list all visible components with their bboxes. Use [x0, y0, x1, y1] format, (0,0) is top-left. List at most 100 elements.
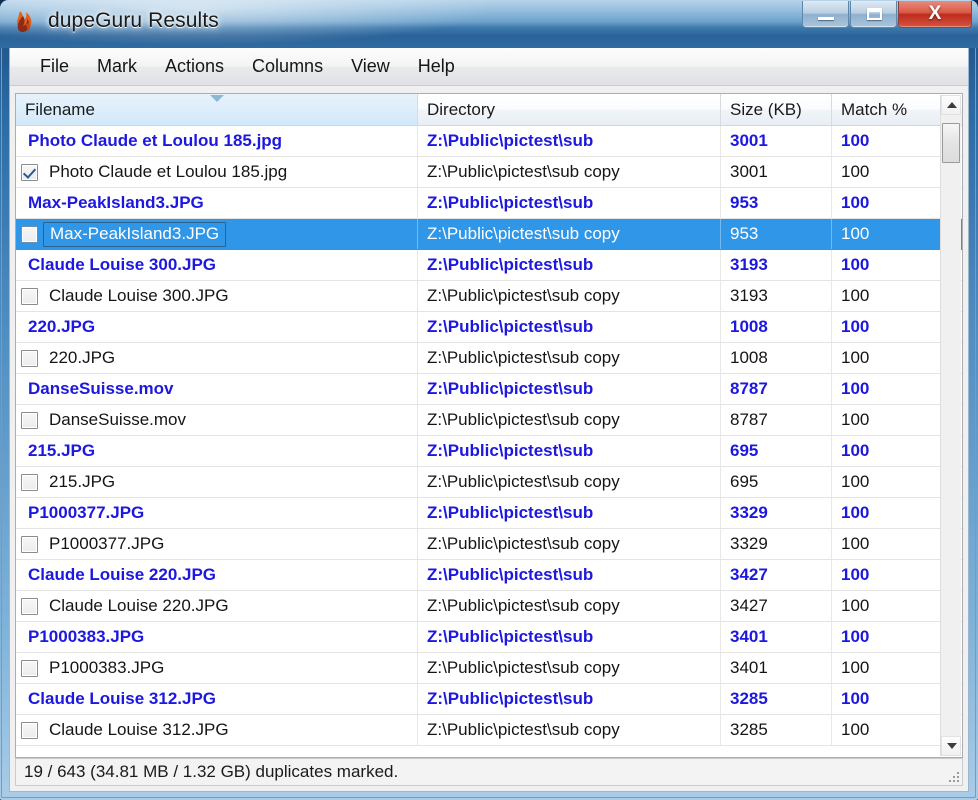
table-row[interactable]: P1000383.JPGZ:\Public\pictest\sub3401100 [16, 622, 962, 653]
cell-directory-label: Z:\Public\pictest\sub [427, 379, 593, 399]
cell-directory-label: Z:\Public\pictest\sub [427, 627, 593, 647]
filename-label: 220.JPG [49, 348, 115, 368]
cell-filename: DanseSuisse.mov [16, 374, 418, 404]
table-row[interactable]: 215.JPGZ:\Public\pictest\sub695100 [16, 436, 962, 467]
cell-match-label: 100 [841, 224, 869, 244]
menu-item-mark[interactable]: Mark [83, 53, 151, 80]
cell-match: 100 [832, 560, 940, 590]
mark-checkbox[interactable] [21, 536, 38, 553]
mark-checkbox[interactable] [21, 660, 38, 677]
table-body: Photo Claude et Loulou 185.jpgZ:\Public\… [16, 126, 962, 756]
column-header-filename-label: Filename [25, 100, 95, 120]
cell-directory: Z:\Public\pictest\sub [418, 188, 721, 218]
filename-label: Claude Louise 312.JPG [49, 720, 229, 740]
table-row[interactable]: Max-PeakIsland3.JPGZ:\Public\pictest\sub… [16, 188, 962, 219]
column-header-match-label: Match % [841, 100, 907, 120]
mark-checkbox[interactable] [21, 226, 38, 243]
table-row[interactable]: P1000383.JPGZ:\Public\pictest\sub copy34… [16, 653, 962, 684]
cell-match-label: 100 [841, 503, 869, 523]
cell-size-label: 1008 [730, 348, 768, 368]
mark-checkbox[interactable] [21, 474, 38, 491]
scroll-down-button[interactable] [941, 736, 961, 756]
column-header-filename[interactable]: Filename [16, 94, 418, 125]
scrollbar-thumb[interactable] [942, 123, 960, 163]
cell-match-label: 100 [841, 410, 869, 430]
cell-size: 695 [721, 467, 832, 497]
table-row[interactable]: 220.JPGZ:\Public\pictest\sub1008100 [16, 312, 962, 343]
cell-match-label: 100 [841, 255, 869, 275]
cell-match-label: 100 [841, 720, 869, 740]
table-row[interactable]: DanseSuisse.movZ:\Public\pictest\sub cop… [16, 405, 962, 436]
cell-size-label: 3401 [730, 658, 768, 678]
sort-descending-icon [210, 95, 224, 102]
vertical-scrollbar[interactable] [940, 95, 961, 756]
table-row[interactable]: Claude Louise 312.JPGZ:\Public\pictest\s… [16, 715, 962, 746]
cell-directory: Z:\Public\pictest\sub copy [418, 219, 721, 249]
cell-match: 100 [832, 436, 940, 466]
table-row[interactable]: Max-PeakIsland3.JPGZ:\Public\pictest\sub… [16, 219, 962, 250]
mark-checkbox[interactable] [21, 598, 38, 615]
scroll-up-button[interactable] [941, 95, 961, 115]
table-row[interactable]: 220.JPGZ:\Public\pictest\sub copy1008100 [16, 343, 962, 374]
chevron-up-icon [947, 102, 957, 108]
column-header-directory[interactable]: Directory [418, 94, 721, 125]
filename-label: Claude Louise 300.JPG [28, 255, 216, 275]
table-row[interactable]: 215.JPGZ:\Public\pictest\sub copy695100 [16, 467, 962, 498]
mark-checkbox[interactable] [21, 412, 38, 429]
menu-item-file[interactable]: File [26, 53, 83, 80]
mark-checkbox[interactable] [21, 722, 38, 739]
cell-match-label: 100 [841, 441, 869, 461]
cell-match: 100 [832, 653, 940, 683]
filename-label: P1000383.JPG [49, 658, 164, 678]
table-row[interactable]: P1000377.JPGZ:\Public\pictest\sub copy33… [16, 529, 962, 560]
cell-match-label: 100 [841, 131, 869, 151]
menu-item-view[interactable]: View [337, 53, 404, 80]
title-bar[interactable]: dupeGuru Results X [0, 0, 978, 48]
table-row[interactable]: Photo Claude et Loulou 185.jpgZ:\Public\… [16, 157, 962, 188]
table-row[interactable]: Claude Louise 220.JPGZ:\Public\pictest\s… [16, 591, 962, 622]
table-row[interactable]: DanseSuisse.movZ:\Public\pictest\sub8787… [16, 374, 962, 405]
cell-filename: Photo Claude et Loulou 185.jpg [16, 157, 418, 187]
cell-filename: 215.JPG [16, 467, 418, 497]
cell-filename: Claude Louise 312.JPG [16, 715, 418, 745]
cell-match-label: 100 [841, 658, 869, 678]
cell-match: 100 [832, 312, 940, 342]
menu-item-actions[interactable]: Actions [151, 53, 238, 80]
maximize-button[interactable] [850, 1, 897, 28]
filename-label: 220.JPG [28, 317, 95, 337]
cell-match-label: 100 [841, 689, 869, 709]
table-header-row: Filename Directory Size (KB) Match % [16, 94, 962, 126]
menu-item-help[interactable]: Help [404, 53, 469, 80]
table-row[interactable]: Photo Claude et Loulou 185.jpgZ:\Public\… [16, 126, 962, 157]
cell-match: 100 [832, 684, 940, 714]
cell-size-label: 695 [730, 472, 758, 492]
close-button[interactable]: X [898, 1, 972, 28]
cell-match: 100 [832, 498, 940, 528]
cell-directory: Z:\Public\pictest\sub [418, 498, 721, 528]
mark-checkbox[interactable] [21, 164, 38, 181]
mark-checkbox[interactable] [21, 288, 38, 305]
table-row[interactable]: Claude Louise 220.JPGZ:\Public\pictest\s… [16, 560, 962, 591]
column-header-match[interactable]: Match % [832, 94, 940, 125]
cell-size-label: 3001 [730, 162, 768, 182]
table-row[interactable]: P1000377.JPGZ:\Public\pictest\sub 3329 100 [16, 498, 962, 529]
cell-filename: Max-PeakIsland3.JPG [16, 219, 418, 249]
menu-item-columns[interactable]: Columns [238, 53, 337, 80]
cell-size-label: 8787 [730, 410, 768, 430]
cell-size: 3329 [721, 529, 832, 559]
table-row[interactable]: Claude Louise 300.JPGZ:\Public\pictest\s… [16, 281, 962, 312]
table-row[interactable]: Claude Louise 312.JPGZ:\Public\pictest\s… [16, 684, 962, 715]
filename-label: P1000383.JPG [28, 627, 144, 647]
resize-grip[interactable] [945, 768, 959, 782]
cell-match: 100 [832, 622, 940, 652]
mark-checkbox[interactable] [21, 350, 38, 367]
cell-filename: P1000377.JPG [16, 498, 418, 528]
cell-size: 3001 [721, 126, 832, 156]
filename-label: DanseSuisse.mov [49, 410, 186, 430]
column-header-size[interactable]: Size (KB) [721, 94, 832, 125]
table-row[interactable]: Claude Louise 300.JPGZ:\Public\pictest\s… [16, 250, 962, 281]
filename-label: 215.JPG [49, 472, 115, 492]
cell-size-label: 1008 [730, 317, 768, 337]
minimize-button[interactable] [802, 1, 849, 28]
cell-size-label: 3329 [730, 503, 768, 523]
